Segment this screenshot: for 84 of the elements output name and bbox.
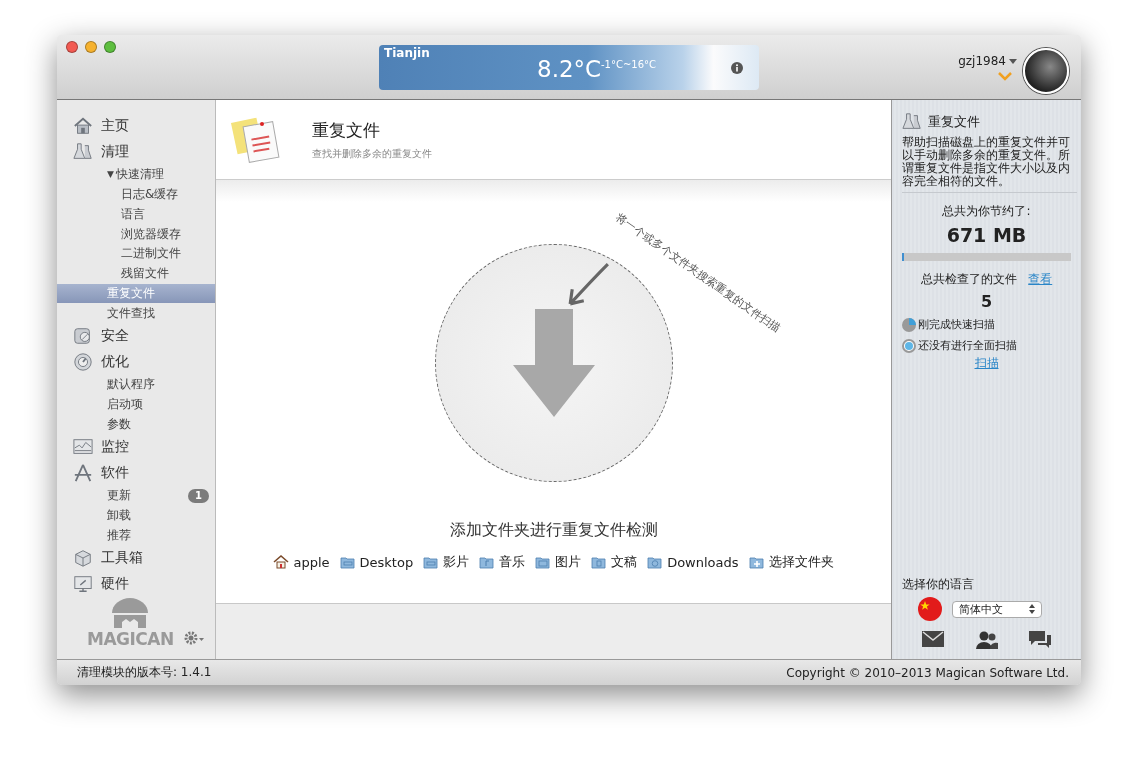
logo-text: MAGICAN — [87, 629, 174, 650]
folder-shortcut[interactable]: Downloads — [647, 553, 739, 571]
add-folder-icon — [748, 554, 765, 570]
checked-label: 总共检查了的文件 — [920, 272, 1017, 286]
music-folder-icon — [479, 554, 496, 570]
minimize-button[interactable] — [85, 41, 97, 53]
panel-title: 重复文件 — [928, 113, 980, 131]
panel-description: 帮助扫描磁盘上的重复文件并可以手动删除多余的重复文件。所谓重复文件是指文件大小以及内容完全相符的文件。 — [902, 136, 1077, 193]
document-folder-icon — [591, 554, 608, 570]
sidebar-item[interactable]: 二进制文件 — [57, 243, 215, 264]
sidebar-item[interactable]: 推荐 — [57, 525, 215, 546]
status-dot-icon — [902, 338, 916, 353]
count-badge: 1 — [188, 488, 209, 503]
mail-icon[interactable] — [922, 631, 944, 647]
pointer-arrow-icon — [568, 262, 610, 306]
saved-amount: 671 MB — [945, 224, 1028, 246]
sidebar-item[interactable]: 监控 — [57, 434, 215, 461]
settings-icon[interactable] — [183, 631, 204, 646]
saved-label: 总共为你节约了: — [941, 203, 1032, 220]
caret-icon — [1009, 58, 1017, 64]
zoom-button[interactable] — [104, 41, 116, 53]
chat-icon[interactable] — [1029, 631, 1051, 649]
sidebar-item[interactable]: 优化 — [57, 349, 215, 375]
gauge-icon — [73, 352, 93, 372]
sidebar-item[interactable]: 卸载 — [57, 505, 215, 526]
stepper-icon — [1029, 604, 1035, 614]
language-select[interactable]: 简体中文 — [952, 600, 1042, 618]
city-name: Tianjin — [384, 46, 430, 60]
people-icon[interactable] — [975, 631, 998, 649]
pie-icon — [902, 317, 916, 332]
safe-icon — [73, 326, 93, 347]
version-text: 清理模块的版本号: 1.4.1 — [77, 664, 212, 681]
apps-icon — [73, 463, 93, 484]
sidebar-item[interactable]: 更新 1 — [57, 485, 215, 506]
folder-icon — [339, 554, 356, 570]
sidebar-item[interactable]: 安全 — [57, 323, 215, 350]
folder-icon — [423, 554, 440, 570]
close-button[interactable] — [66, 41, 78, 53]
toolbox-icon — [73, 548, 93, 569]
hardware-icon — [73, 574, 93, 595]
sidebar-item[interactable]: 主页 — [57, 113, 215, 139]
folder-shortcut[interactable]: 影片 — [423, 553, 470, 571]
home-icon — [273, 554, 290, 570]
home-icon — [73, 115, 93, 136]
sidebar-item[interactable]: 日志&缓存 — [57, 184, 215, 205]
sidebar-item[interactable]: 残留文件 — [57, 263, 215, 284]
copyright-text: Copyright © 2010–2013 Magican Software Ltd. — [786, 665, 1069, 680]
flag-icon — [918, 597, 942, 621]
sidebar-item[interactable]: 默认程序 — [57, 374, 215, 395]
picture-folder-icon — [535, 554, 552, 570]
folder-shortcut[interactable]: 图片 — [535, 553, 582, 571]
scan-status: 还没有进行全面扫描 — [918, 338, 1017, 353]
page-title: 重复文件 — [312, 118, 381, 142]
sidebar-item[interactable]: 工具箱 — [57, 545, 215, 572]
sidebar-item[interactable]: 参数 — [57, 414, 215, 435]
drop-caption: 添加文件夹进行重复文件检测 — [449, 520, 658, 541]
download-folder-icon — [647, 554, 664, 570]
folder-shortcut[interactable]: Desktop — [339, 553, 414, 571]
scan-status: 刚完成快速扫描 — [918, 317, 995, 332]
page-subtitle: 查找并删除多余的重复文件 — [312, 146, 432, 161]
folder-shortcut[interactable]: 音乐 — [479, 553, 526, 571]
info-icon[interactable] — [731, 62, 743, 74]
folder-shortcut[interactable]: 文稿 — [591, 553, 638, 571]
down-arrow-icon — [512, 309, 595, 417]
folder-shortcut[interactable]: apple — [273, 553, 330, 571]
sidebar-item[interactable]: 语言 — [57, 204, 215, 225]
sidebar-item[interactable]: 启动项 — [57, 394, 215, 415]
sidebar-item[interactable]: ▼ 快速清理 — [57, 164, 215, 185]
sidebar-item[interactable]: 文件查找 — [57, 303, 215, 324]
disclosure-triangle[interactable]: ▼ — [107, 169, 114, 180]
sidebar-item[interactable]: 硬件 — [57, 571, 215, 598]
folder-shortcut[interactable]: 选择文件夹 — [748, 553, 834, 571]
language-label: 选择你的语言 — [902, 576, 975, 593]
flask-icon — [73, 141, 93, 162]
username-menu[interactable]: gzj1984 — [958, 40, 1017, 68]
temperature: 8.2°C — [537, 56, 602, 82]
temperature-range: -1°C~16°C — [601, 59, 657, 70]
sidebar-item[interactable]: 清理 — [57, 138, 215, 165]
avatar[interactable] — [1023, 48, 1069, 94]
checked-count: 5 — [979, 292, 994, 311]
flask-icon — [902, 112, 922, 132]
sidebar-item[interactable]: 软件 — [57, 460, 215, 486]
sidebar-item[interactable]: 浏览器缓存 — [57, 224, 215, 244]
drop-hint: 将一个或多个文件夹搜索重复的文件扫描 — [612, 210, 784, 336]
